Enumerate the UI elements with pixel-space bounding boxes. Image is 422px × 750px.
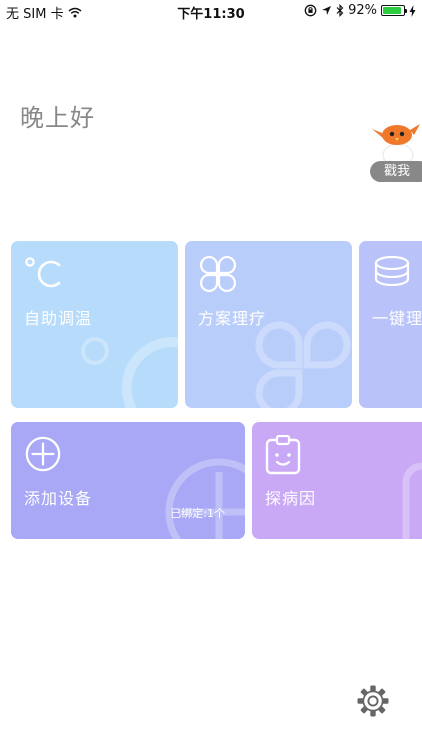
card-decoration: [255, 321, 351, 408]
card-plan-therapy[interactable]: 方案理疗: [185, 241, 352, 408]
status-bar: 无 SIM 卡 下午11:30 92%: [0, 0, 422, 22]
card-label-onekey: 一键理疗: [372, 309, 422, 328]
stack-icon: [374, 255, 410, 287]
status-right: 92%: [304, 3, 416, 18]
card-decoration: [402, 462, 422, 539]
orientation-lock-icon: [304, 4, 317, 17]
charging-bolt-icon: [409, 4, 416, 17]
battery-icon: [381, 5, 407, 16]
card-label-temp: 自助调温: [24, 309, 93, 328]
clover-icon: [199, 255, 237, 293]
celsius-icon: [25, 257, 61, 288]
card-decoration: [165, 458, 245, 539]
card-label-probe: 探病因: [265, 489, 317, 508]
card-one-key-therapy[interactable]: 一键理疗: [359, 241, 422, 408]
battery-level: [383, 7, 401, 14]
card-label-add: 添加设备: [24, 489, 93, 508]
card-probe-cause[interactable]: 探病因: [252, 422, 422, 539]
mascot-label[interactable]: 戳我: [370, 161, 422, 182]
location-arrow-icon: [322, 6, 332, 15]
bluetooth-icon: [336, 4, 344, 17]
card-add-device[interactable]: 添加设备 已绑定:1个: [11, 422, 245, 539]
clipboard-smile-icon: [265, 435, 301, 475]
bound-device-count: 已绑定:1个: [170, 507, 225, 520]
card-self-temperature[interactable]: 自助调温: [11, 241, 178, 408]
card-decoration: [81, 337, 178, 408]
gear-icon[interactable]: [356, 684, 390, 718]
battery-percent: 92%: [348, 3, 377, 18]
plus-circle-icon: [25, 436, 61, 472]
greeting-text: 晚上好: [20, 104, 95, 132]
